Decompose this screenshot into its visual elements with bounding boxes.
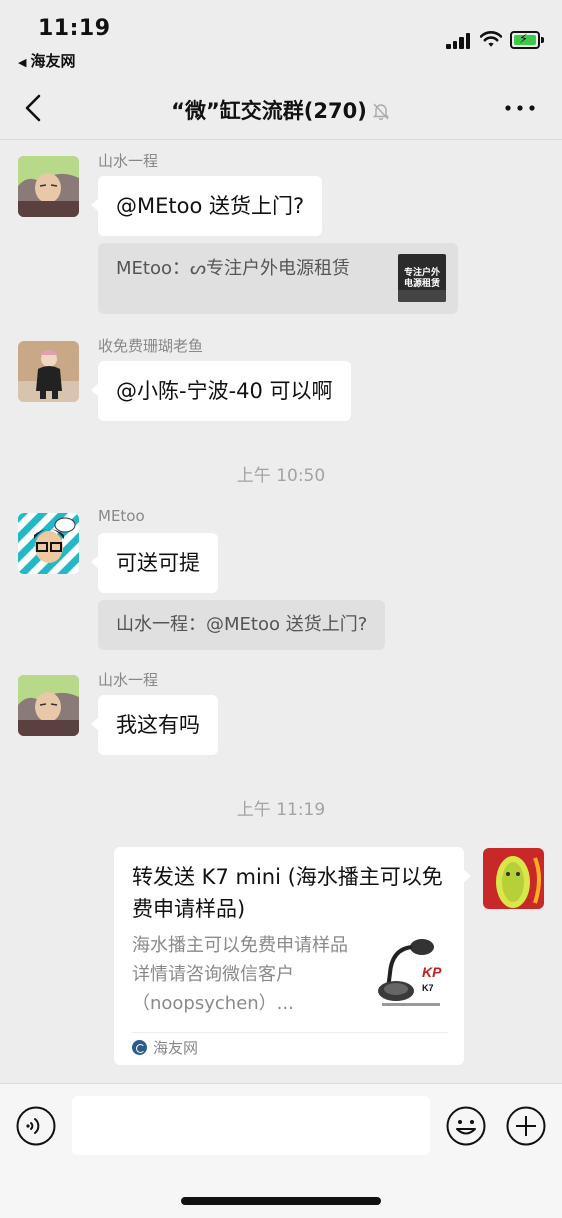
- timestamp: 上午 10:50: [236, 466, 326, 486]
- status-time: 11:19: [38, 16, 111, 41]
- chat-title: “微”缸交流群(270): [0, 95, 562, 125]
- back-to-app-link[interactable]: ◀ 海友网: [18, 50, 75, 71]
- quote-text: 山水一程：@MEtoo 送货上门?: [116, 614, 368, 635]
- quote-thumbnail: 专注户外 电源租赁: [398, 254, 446, 302]
- wifi-icon: [480, 31, 502, 47]
- charging-bolt-icon: ⚡: [519, 32, 529, 47]
- back-app-label: 海友网: [30, 52, 76, 70]
- timestamp: 上午 11:19: [236, 800, 326, 820]
- cellular-signal-icon: [446, 33, 472, 49]
- card-source-label: 海友网: [153, 1039, 199, 1057]
- shared-article-card[interactable]: 转发送 K7 mini (海水播主可以免费申请样品) 海水播主可以免费申请样品详…: [114, 847, 471, 1065]
- home-indicator[interactable]: [181, 1197, 381, 1205]
- avatar[interactable]: [18, 341, 79, 402]
- group-name: “微”缸交流群(270): [171, 99, 367, 123]
- card-title: 转发送 K7 mini (海水播主可以免费申请样品): [132, 865, 443, 921]
- sender-name: 收免费珊瑚老鱼: [98, 337, 204, 355]
- bell-slash-icon: [372, 103, 390, 121]
- message-bubble[interactable]: 我这有吗: [91, 695, 218, 755]
- avatar[interactable]: [18, 675, 79, 736]
- avatar-image: [18, 675, 79, 736]
- quote-thumb-line: 电源租赁: [403, 279, 440, 289]
- quoted-message[interactable]: MEtoo：ᔕ专注户外电源租赁 专注户外 电源租赁: [98, 243, 458, 314]
- thumb-brand: K7: [422, 983, 434, 993]
- card-divider: [132, 1032, 448, 1033]
- message-bubble[interactable]: 可送可提: [91, 533, 218, 593]
- avatar-image: [18, 341, 79, 402]
- emoji-icon[interactable]: [446, 1106, 486, 1146]
- chat-header: “微”缸交流群(270): [0, 76, 562, 140]
- plus-icon[interactable]: [506, 1106, 546, 1146]
- card-description: 海水播主可以免费申请样品详情请咨询微信客户（noopsychen）...: [132, 935, 348, 1014]
- my-avatar[interactable]: [483, 848, 544, 909]
- sender-name: MEtoo: [98, 507, 145, 525]
- back-triangle-icon: ◀: [18, 56, 27, 69]
- product-image: KP K7: [372, 933, 448, 1011]
- voice-icon[interactable]: [16, 1106, 56, 1146]
- message-bubble[interactable]: @小陈-宁波-40 可以啊: [91, 361, 351, 421]
- message-input[interactable]: [72, 1096, 430, 1155]
- status-bar: 11:19 ◀ 海友网 ⚡: [0, 0, 562, 76]
- sender-name: 山水一程: [98, 152, 159, 170]
- avatar[interactable]: [18, 513, 79, 574]
- avatar[interactable]: [18, 156, 79, 217]
- quote-thumb-line: 专注户外: [403, 268, 440, 278]
- avatar-image: [18, 156, 79, 217]
- card-thumbnail: KP K7: [372, 933, 448, 1011]
- battery-icon: ⚡: [510, 31, 544, 49]
- quoted-message[interactable]: 山水一程：@MEtoo 送货上门?: [98, 600, 386, 650]
- more-dots-icon[interactable]: [500, 94, 540, 122]
- card-source: 海友网: [132, 1038, 198, 1058]
- avatar-image: [483, 848, 544, 909]
- svg-text:KP: KP: [422, 964, 442, 980]
- message-bubble[interactable]: @MEtoo 送货上门?: [90, 176, 323, 236]
- avatar-image: [18, 513, 79, 574]
- sender-name: 山水一程: [98, 671, 159, 689]
- source-logo-icon: [132, 1040, 147, 1055]
- quote-text: MEtoo：ᔕ专注户外电源租赁: [116, 258, 351, 279]
